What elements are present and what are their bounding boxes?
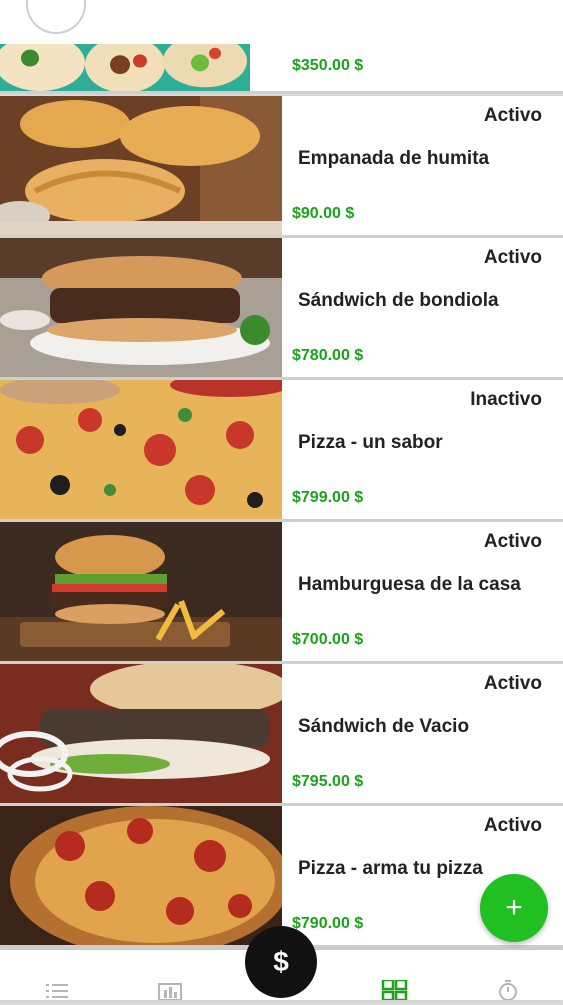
pepperoni-pizza-image [0, 806, 282, 945]
product-card[interactable]: Activo Empanada de humita $90.00 $ [0, 96, 563, 238]
grid-icon[interactable] [381, 978, 409, 1002]
sales-button[interactable]: $ [245, 926, 317, 998]
product-name: Sándwich de Vacio [298, 716, 470, 737]
product-name: Hamburguesa de la casa [298, 574, 521, 595]
product-card[interactable]: Activo Sándwich de bondiola $780.00 $ [0, 238, 563, 380]
add-product-button[interactable]: + [480, 874, 548, 942]
product-card[interactable]: Inactivo Pizza - un sabor $799.00 $ [0, 380, 563, 522]
list-icon[interactable] [44, 980, 72, 1000]
product-price: $700.00 $ [292, 631, 364, 648]
product-status: Activo [483, 531, 542, 552]
pizza-image [0, 380, 282, 519]
product-price: $350.00 $ [292, 57, 364, 74]
product-status: Inactivo [470, 389, 542, 410]
product-card[interactable]: Activo Sándwich de Vacio $795.00 $ [0, 664, 563, 806]
product-status: Activo [483, 673, 542, 694]
product-name: Sándwich de bondiola [298, 290, 499, 311]
stopwatch-icon[interactable] [494, 980, 522, 1001]
product-price: $799.00 $ [292, 489, 364, 506]
product-price: $780.00 $ [292, 347, 364, 364]
product-status: Activo [483, 105, 542, 126]
chart-icon[interactable] [156, 980, 184, 1001]
product-status: Activo [483, 247, 542, 268]
product-name: Empanada de humita [298, 148, 490, 169]
product-card[interactable]: $350.00 $ [0, 44, 563, 94]
product-price: $790.00 $ [292, 915, 364, 932]
empanada-image [0, 96, 282, 235]
bondiola-sandwich-image [0, 238, 282, 377]
wrap-image [0, 44, 282, 91]
dollar-icon: $ [273, 946, 289, 977]
plus-icon: + [505, 891, 523, 924]
product-price: $795.00 $ [292, 773, 364, 790]
product-name: Pizza - arma tu pizza [298, 858, 483, 879]
top-bar [0, 0, 563, 44]
burger-image [0, 522, 282, 661]
product-name: Pizza - un sabor [298, 432, 443, 453]
product-card[interactable]: Activo Hamburguesa de la casa $700.00 $ [0, 522, 563, 664]
product-status: Activo [483, 815, 542, 836]
avatar[interactable] [26, 0, 86, 34]
product-price: $90.00 $ [292, 205, 355, 222]
vacio-sandwich-image [0, 664, 282, 803]
